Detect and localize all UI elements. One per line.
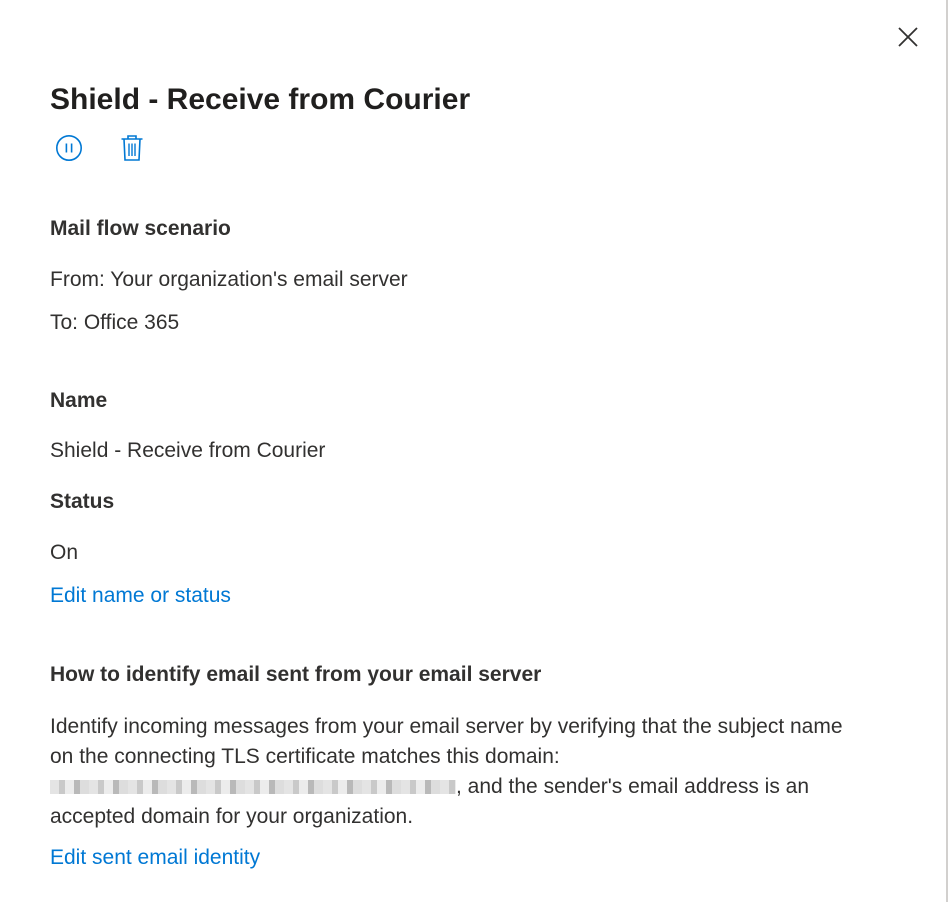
edit-sent-email-identity-link[interactable]: Edit sent email identity <box>50 844 260 872</box>
mail-flow-heading: Mail flow scenario <box>50 217 231 240</box>
identify-heading: How to identify email sent from your ema… <box>50 663 542 686</box>
delete-button[interactable] <box>117 133 147 163</box>
close-button[interactable] <box>893 22 923 52</box>
pause-button[interactable] <box>54 133 84 163</box>
mail-flow-from: From: Your organization's email server <box>50 268 408 291</box>
identify-description: Identify incoming messages from your ema… <box>50 712 870 832</box>
identify-text-part1: Identify incoming messages from your ema… <box>50 715 843 768</box>
redacted-domain <box>50 780 456 794</box>
pause-icon <box>56 135 82 161</box>
status-heading: Status <box>50 490 115 513</box>
panel-title: Shield - Receive from Courier <box>50 83 471 116</box>
name-heading: Name <box>50 389 108 412</box>
trash-icon <box>121 135 143 161</box>
edit-name-status-link[interactable]: Edit name or status <box>50 582 231 610</box>
mail-flow-to: To: Office 365 <box>50 311 180 334</box>
status-value: On <box>50 541 79 564</box>
close-icon <box>898 27 918 47</box>
name-value: Shield - Receive from Courier <box>50 439 326 462</box>
toolbar <box>54 132 147 164</box>
